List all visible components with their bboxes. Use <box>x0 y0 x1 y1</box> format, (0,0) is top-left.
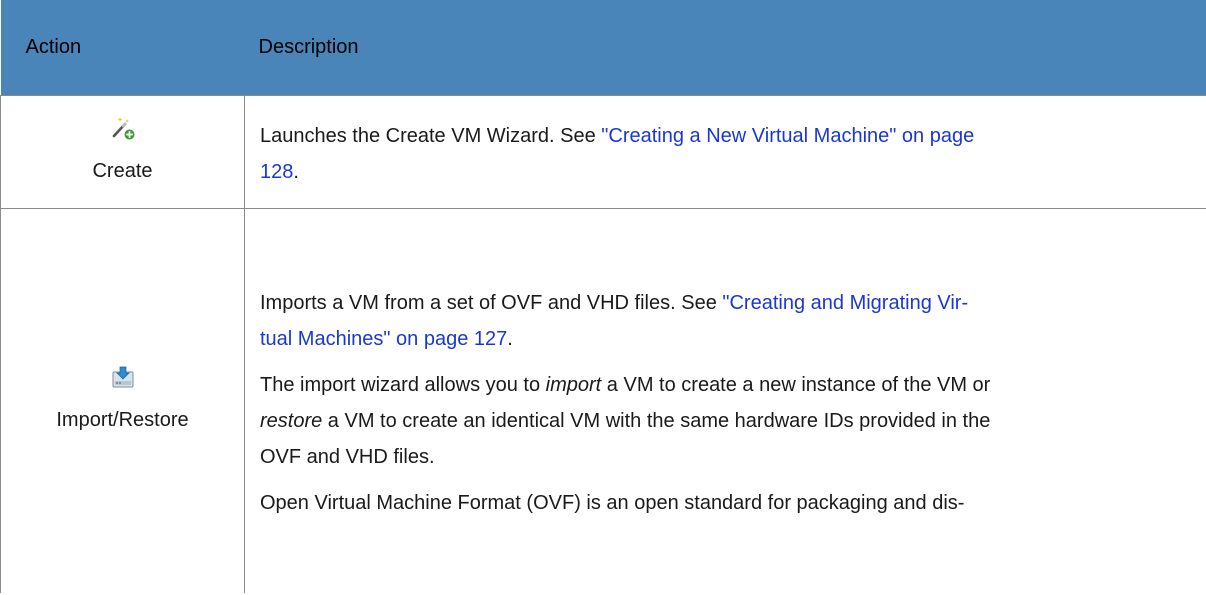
actions-table: Action Description Create Launches the C… <box>0 0 1206 593</box>
header-row: Action Description <box>0 0 1206 96</box>
action-cell-import-restore: Import/Restore <box>0 208 245 593</box>
description-cell-import-restore: Imports a VM from a set of OVF and VHD f… <box>245 209 1206 594</box>
table-header: Action Description <box>0 0 1206 96</box>
header-action: Action <box>0 0 245 96</box>
header-description: Description <box>244 0 1206 96</box>
import-restore-icon <box>112 366 133 387</box>
table-row-import-restore: Import/Restore Imports a VM from a set o… <box>0 208 1206 594</box>
description-paragraph-2: The import wizard allows you to import a… <box>260 374 991 468</box>
document-page: Action Description Create Launches the C… <box>0 0 1206 595</box>
action-cell-create: Create <box>0 95 245 209</box>
action-label-import-restore: Import/Restore <box>56 408 189 431</box>
description-text: Launches the Create VM Wizard. See "Crea… <box>260 125 975 183</box>
magic-wand-plus-icon <box>112 116 134 139</box>
description-cell-create: Launches the Create VM Wizard. See "Crea… <box>244 95 1206 209</box>
action-label-create: Create <box>92 159 153 182</box>
description-paragraph-3: Open Virtual Machine Format (OVF) is an … <box>260 492 965 514</box>
table-row-create: Create Launches the Create VM Wizard. Se… <box>0 95 1206 209</box>
description-paragraph-1: Imports a VM from a set of OVF and VHD f… <box>260 292 969 350</box>
